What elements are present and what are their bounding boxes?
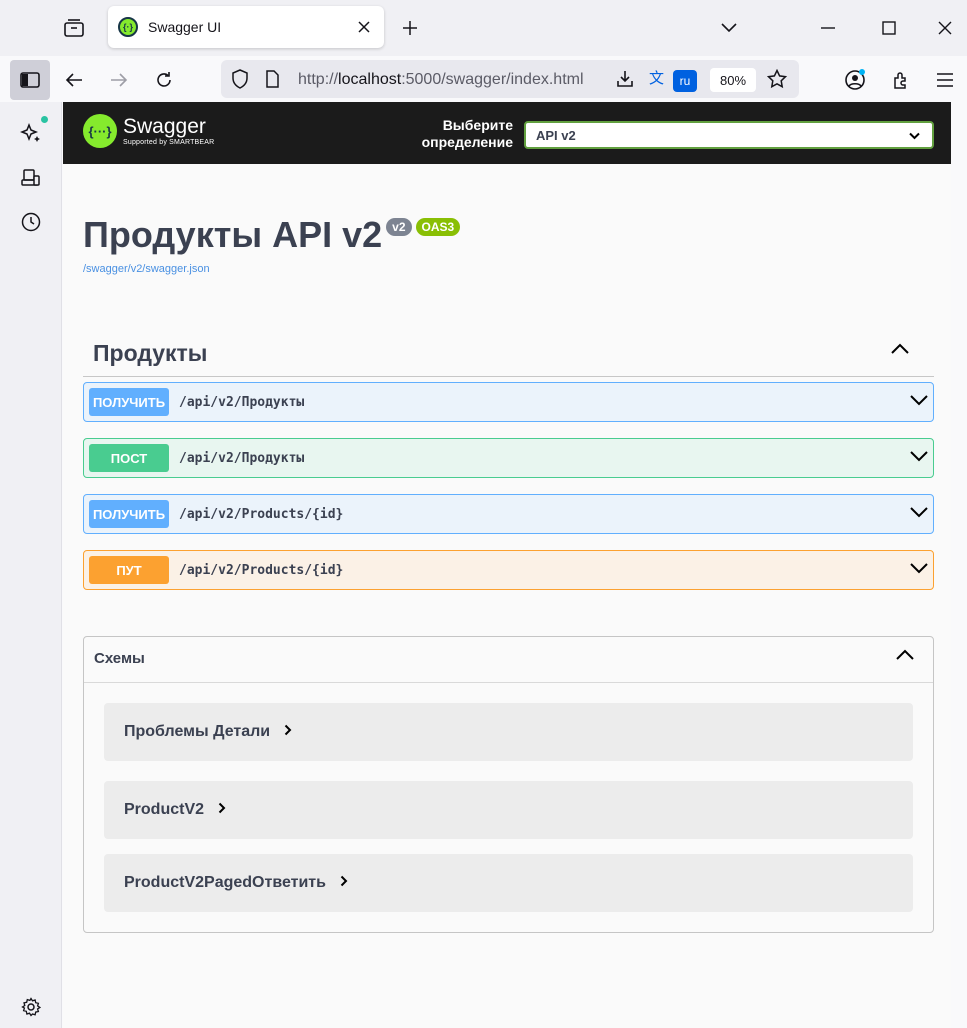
tracking-protection-shield-icon[interactable] [231, 69, 249, 94]
page-scrollbar[interactable] [951, 102, 967, 1028]
sidebar-toggle-icon[interactable] [10, 60, 50, 100]
bookmark-star-icon[interactable] [766, 68, 788, 94]
address-bar[interactable]: http://localhost:5000/swagger/index.html… [221, 60, 799, 98]
back-arrow-icon[interactable] [56, 62, 92, 98]
translate-language-badge[interactable]: ru [673, 70, 697, 92]
extensions-icon[interactable] [883, 62, 919, 98]
url-path: :5000/swagger/index.html [401, 71, 584, 88]
method-badge: ПОЛУЧИТЬ [89, 500, 169, 528]
app-menu-icon[interactable] [927, 62, 963, 98]
chevron-down-icon[interactable] [909, 449, 929, 468]
new-tab-icon[interactable] [396, 14, 424, 42]
swagger-topbar: {···} Swagger Supported by SMARTBEAR Выб… [63, 102, 951, 164]
oas-badge: OAS3 [415, 218, 461, 236]
navigation-bar: http://localhost:5000/swagger/index.html… [0, 56, 967, 102]
page-info-icon[interactable] [265, 70, 279, 93]
svg-text:文: 文 [649, 69, 664, 87]
schema-model[interactable]: ProductV2 [104, 781, 913, 839]
tab-overview-icon[interactable] [56, 12, 92, 44]
operation-post-products[interactable]: ПОСТ /api/v2/Продукты [83, 438, 934, 478]
tag-header[interactable]: Продукты [83, 330, 934, 377]
swagger-favicon-icon: {·} [118, 17, 138, 37]
chevron-right-icon[interactable] [340, 874, 348, 892]
logo-name: Swagger [123, 115, 206, 138]
browser-sidebar [0, 102, 62, 1028]
translate-icon[interactable]: 文 [649, 68, 671, 95]
schemas-header[interactable]: Схемы [84, 637, 933, 683]
schema-model[interactable]: ProductV2PagedОтветить [104, 854, 913, 912]
close-tab-icon[interactable] [352, 15, 376, 39]
ai-chatbot-sparkle-icon[interactable] [18, 120, 44, 146]
operation-path: /api/v2/Products/{id} [179, 563, 344, 578]
definition-select[interactable]: API v2 [524, 121, 934, 149]
swagger-logo-icon: {···} [83, 114, 117, 148]
chevron-up-icon[interactable] [890, 342, 910, 360]
close-window-icon[interactable] [929, 12, 961, 44]
page-title: Продукты API v2 [83, 214, 383, 255]
schema-model-name: ProductV2PagedОтветить [124, 874, 326, 891]
synced-tabs-icon[interactable] [18, 165, 44, 191]
schema-model-name: Проблемы Детали [124, 723, 271, 740]
chevron-down-icon[interactable] [909, 505, 929, 524]
swagger-logo[interactable]: {···} Swagger Supported by SMARTBEAR [83, 114, 214, 148]
schema-model[interactable]: Проблемы Детали [104, 703, 913, 761]
browser-tab[interactable]: {·} Swagger UI [108, 6, 384, 48]
url-scheme: http:// [298, 71, 339, 88]
chevron-up-icon[interactable] [895, 648, 915, 666]
url-host: localhost [338, 71, 402, 88]
settings-gear-icon[interactable] [18, 994, 44, 1020]
forward-arrow-icon[interactable] [101, 62, 137, 98]
account-icon[interactable] [837, 62, 873, 98]
method-badge: ПОЛУЧИТЬ [89, 388, 169, 416]
chevron-down-icon [909, 128, 920, 143]
history-clock-icon[interactable] [18, 209, 44, 235]
chevron-right-icon[interactable] [218, 801, 226, 819]
operation-get-product-by-id[interactable]: ПОЛУЧИТЬ /api/v2/Products/{id} [83, 494, 934, 534]
tag-title: Продукты [93, 340, 208, 366]
method-badge: ПОСТ [89, 444, 169, 472]
schemas-section: Схемы Проблемы Детали ProductV2 ProductV… [83, 636, 934, 933]
zoom-level[interactable]: 80% [710, 68, 756, 92]
minimize-icon[interactable] [812, 12, 844, 44]
chevron-down-icon[interactable] [909, 561, 929, 580]
maximize-icon[interactable] [873, 12, 905, 44]
tab-title: Swagger UI [148, 19, 222, 35]
url-text[interactable]: http://localhost:5000/swagger/index.html [298, 71, 608, 89]
operation-path: /api/v2/Продукты [179, 395, 305, 410]
chevron-right-icon[interactable] [284, 723, 292, 741]
save-to-pocket-icon[interactable] [615, 69, 635, 94]
operation-get-products[interactable]: ПОЛУЧИТЬ /api/v2/Продукты [83, 382, 934, 422]
operation-path: /api/v2/Продукты [179, 451, 305, 466]
definition-label: Выберите определение [421, 117, 513, 150]
method-badge: ПУТ [89, 556, 169, 584]
chevron-down-icon[interactable] [909, 393, 929, 412]
notification-dot [41, 116, 48, 123]
operation-path: /api/v2/Products/{id} [179, 507, 344, 522]
schema-model-name: ProductV2 [124, 801, 205, 818]
reload-icon[interactable] [146, 62, 182, 98]
spec-json-link[interactable]: /swagger/v2/swagger.json [83, 263, 210, 275]
page-content: {···} Swagger Supported by SMARTBEAR Выб… [63, 102, 951, 1028]
version-badge: v2 [386, 218, 412, 236]
definition-select-value: API v2 [536, 128, 576, 143]
operation-put-product-by-id[interactable]: ПУТ /api/v2/Products/{id} [83, 550, 934, 590]
api-title-block: Продукты API v2 v2 OAS3 [83, 214, 461, 256]
schemas-title: Схемы [94, 650, 145, 667]
logo-subtitle: Supported by SMARTBEAR [123, 139, 215, 146]
tab-bar: {·} Swagger UI [0, 0, 967, 56]
list-all-tabs-icon[interactable] [713, 12, 745, 44]
